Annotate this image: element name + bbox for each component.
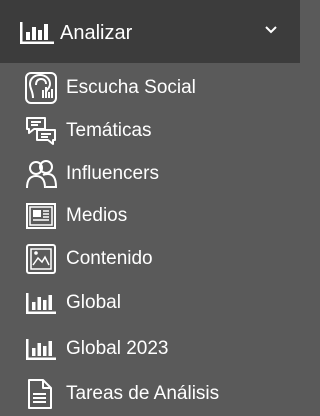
menu-item-label: Tareas de Análisis: [66, 383, 220, 404]
bar-chart-icon: [24, 332, 58, 366]
menu-item-label: Global: [66, 292, 121, 313]
menu-item-label: Escucha Social: [66, 77, 196, 98]
menu-item-global[interactable]: Global: [0, 282, 300, 322]
menu-item-influencers[interactable]: Influencers: [0, 153, 300, 193]
menu-item-label: Global 2023: [66, 338, 169, 359]
menu-item-label: Contenido: [66, 248, 153, 269]
menu-item-contenido[interactable]: Contenido: [0, 238, 300, 278]
bar-chart-icon: [24, 286, 58, 320]
menu-item-medios[interactable]: Medios: [0, 195, 300, 235]
menu-item-label: Temáticas: [66, 120, 152, 141]
social-listening-icon: [24, 71, 58, 105]
document-icon: [24, 377, 58, 411]
chat-bubbles-icon: [24, 114, 58, 148]
users-icon: [24, 157, 58, 191]
menu-header-label: Analizar: [60, 22, 133, 44]
chevron-down-icon[interactable]: [264, 25, 278, 35]
menu-item-global-2023[interactable]: Global 2023: [0, 328, 300, 368]
newspaper-icon: [24, 199, 58, 233]
menu-item-tematicas[interactable]: Temáticas: [0, 110, 300, 150]
analizar-menu-toggle[interactable]: Analizar: [0, 0, 300, 63]
bar-chart-icon: [20, 22, 54, 44]
content-image-icon: [24, 242, 58, 276]
menu-item-escucha-social[interactable]: Escucha Social: [0, 67, 300, 107]
menu-item-label: Medios: [66, 205, 128, 226]
menu-item-tareas-de-analisis[interactable]: Tareas de Análisis: [0, 373, 300, 413]
menu-item-label: Influencers: [66, 163, 159, 184]
sidebar-menu: Analizar Escucha Social Temáticas Influe…: [0, 0, 300, 416]
